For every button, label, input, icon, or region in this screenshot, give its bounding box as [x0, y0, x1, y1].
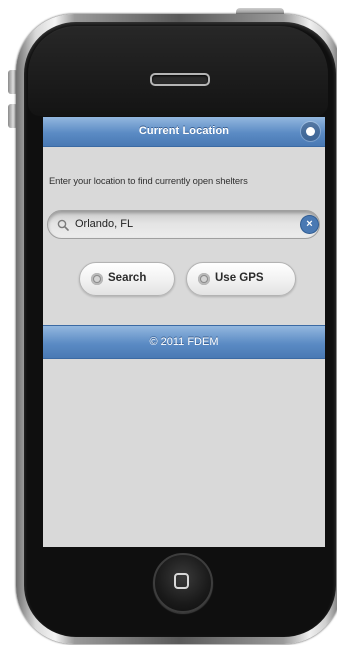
- copyright-text: © 2011 FDEM: [149, 336, 219, 348]
- page-title: Current Location: [138, 125, 230, 137]
- clear-icon: ×: [306, 218, 313, 230]
- header-bar: Current Location: [43, 117, 325, 147]
- home-button-icon: [174, 573, 189, 589]
- use-gps-button-label: Use GPS: [215, 272, 264, 284]
- search-button-label: Search: [108, 272, 147, 284]
- speaker-grille: [150, 73, 210, 86]
- search-button[interactable]: Search: [79, 262, 175, 296]
- radio-icon: [198, 273, 210, 285]
- home-button[interactable]: [153, 553, 213, 613]
- use-gps-button[interactable]: Use GPS: [186, 262, 296, 296]
- location-search-input[interactable]: Orlando, FL ×: [47, 210, 320, 239]
- info-icon: [306, 127, 315, 136]
- radio-icon: [91, 273, 103, 285]
- app-screen: Current Location Enter your location to …: [43, 117, 325, 547]
- location-value: Orlando, FL: [75, 218, 134, 230]
- instruction-text: Enter your location to find currently op…: [49, 175, 248, 186]
- footer-bar: © 2011 FDEM: [43, 325, 325, 359]
- info-button[interactable]: [301, 122, 320, 141]
- phone-mockup: Current Location Enter your location to …: [0, 0, 337, 645]
- clear-button[interactable]: ×: [301, 216, 318, 233]
- phone-gloss: [28, 26, 328, 116]
- search-icon: [57, 219, 69, 231]
